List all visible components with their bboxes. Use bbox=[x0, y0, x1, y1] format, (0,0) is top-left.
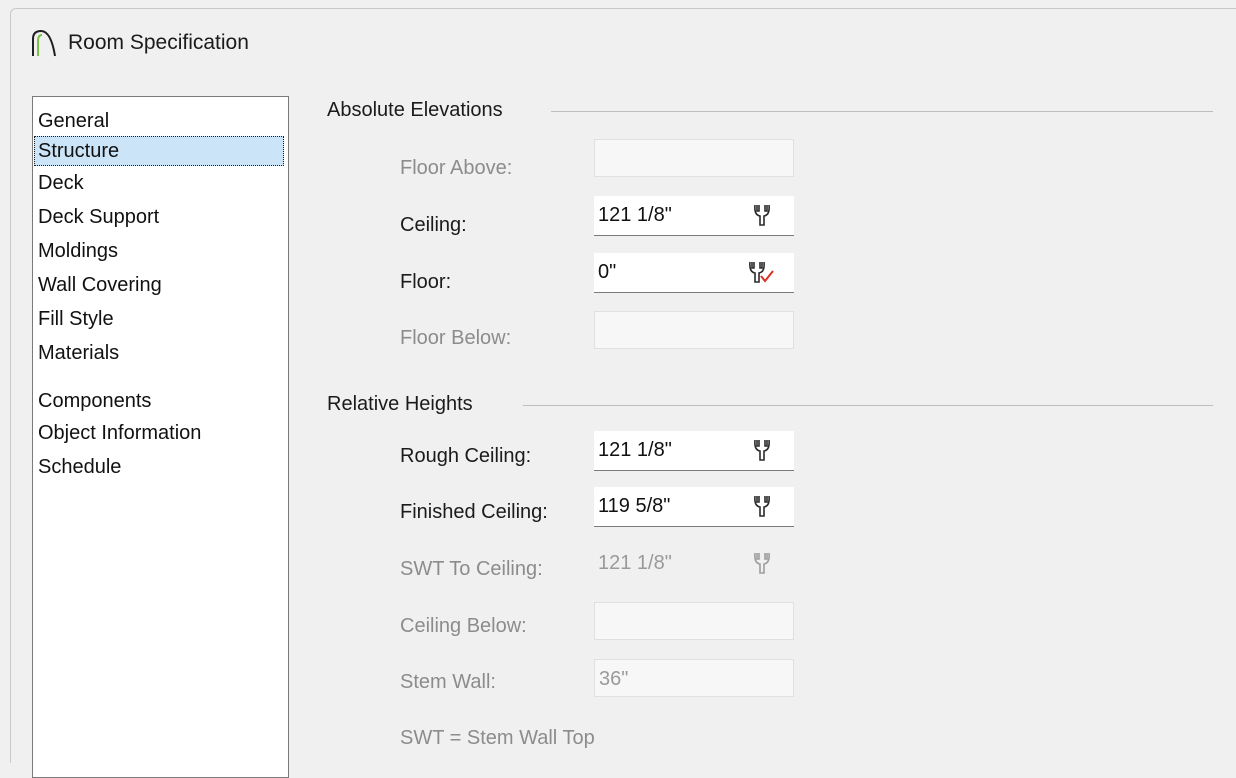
swt-to-ceiling-label: SWT To Ceiling: bbox=[400, 558, 543, 580]
group-divider bbox=[551, 111, 1213, 112]
finished-ceiling-label: Finished Ceiling: bbox=[400, 501, 548, 523]
floor-field[interactable]: 0" bbox=[594, 253, 794, 293]
nav-item-schedule[interactable]: Schedule bbox=[34, 452, 284, 482]
category-list[interactable]: General Structure Deck Deck Support Mold… bbox=[32, 96, 289, 778]
ceiling-below-field bbox=[594, 602, 794, 640]
stem-wall-label: Stem Wall: bbox=[400, 671, 496, 693]
nav-item-fill-style[interactable]: Fill Style bbox=[34, 304, 284, 334]
nav-item-components[interactable]: Components bbox=[34, 386, 284, 416]
swt-note: SWT = Stem Wall Top bbox=[400, 727, 595, 749]
floor-above-field bbox=[594, 139, 794, 177]
floor-above-label: Floor Above: bbox=[400, 157, 513, 179]
nav-item-wall-covering[interactable]: Wall Covering bbox=[34, 270, 284, 300]
ceiling-label: Ceiling: bbox=[400, 214, 467, 236]
finished-ceiling-field[interactable]: 119 5/8" bbox=[594, 487, 794, 527]
floor-value: 0" bbox=[598, 261, 617, 283]
nav-item-deck[interactable]: Deck bbox=[34, 168, 284, 198]
arch-icon bbox=[32, 29, 56, 57]
title-bar: Room Specification bbox=[11, 9, 1236, 75]
wrench-check-icon[interactable] bbox=[744, 259, 776, 285]
ceiling-field[interactable]: 121 1/8" bbox=[594, 196, 794, 236]
nav-item-deck-support[interactable]: Deck Support bbox=[34, 202, 284, 232]
rough-ceiling-field[interactable]: 121 1/8" bbox=[594, 431, 794, 471]
group-divider bbox=[523, 405, 1213, 406]
wrench-icon[interactable] bbox=[749, 493, 775, 519]
ceiling-below-label: Ceiling Below: bbox=[400, 615, 527, 637]
absolute-elevations-heading: Absolute Elevations bbox=[327, 99, 503, 121]
wrench-icon[interactable] bbox=[749, 437, 775, 463]
window-title: Room Specification bbox=[68, 31, 249, 54]
floor-below-label: Floor Below: bbox=[400, 327, 512, 349]
nav-item-moldings[interactable]: Moldings bbox=[34, 236, 284, 266]
nav-item-general[interactable]: General bbox=[34, 106, 284, 136]
nav-item-object-information[interactable]: Object Information bbox=[34, 418, 284, 448]
rough-ceiling-label: Rough Ceiling: bbox=[400, 445, 532, 467]
finished-ceiling-value: 119 5/8" bbox=[598, 495, 671, 517]
relative-heights-heading: Relative Heights bbox=[327, 393, 473, 415]
wrench-icon bbox=[754, 552, 770, 574]
floor-below-field bbox=[594, 311, 794, 349]
stem-wall-field: 36" bbox=[594, 659, 794, 697]
nav-item-materials[interactable]: Materials bbox=[34, 338, 284, 368]
room-specification-dialog: Room Specification General Structure Dec… bbox=[10, 8, 1236, 778]
rough-ceiling-value: 121 1/8" bbox=[598, 439, 672, 461]
swt-to-ceiling-value: 121 1/8" bbox=[598, 552, 672, 574]
floor-label: Floor: bbox=[400, 271, 452, 293]
ceiling-value: 121 1/8" bbox=[598, 204, 672, 226]
nav-item-structure[interactable]: Structure bbox=[34, 136, 284, 166]
wrench-icon[interactable] bbox=[749, 202, 775, 228]
swt-to-ceiling-field: 121 1/8" bbox=[594, 544, 794, 584]
